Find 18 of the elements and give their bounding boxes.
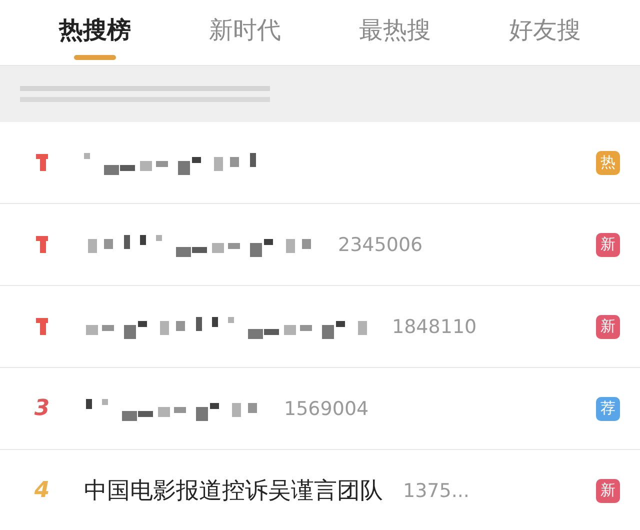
tab[interactable]: 好友搜: [470, 0, 620, 65]
rank-number: 3: [34, 396, 50, 421]
topic-badge: 新: [596, 478, 620, 502]
topic-title[interactable]: 中国电影报道控诉吴谨言团队: [84, 475, 383, 506]
tab[interactable]: 最热搜: [320, 0, 470, 65]
search-count: 2345006: [338, 234, 423, 256]
rank-number: 4: [34, 478, 50, 503]
search-bar[interactable]: [0, 66, 640, 122]
topic-badge: 热: [596, 150, 620, 174]
topic-badge: 新: [596, 232, 620, 256]
search-count: 1375...: [403, 480, 470, 502]
topic-badge: 荐: [596, 396, 620, 420]
tab[interactable]: 热搜榜: [20, 0, 170, 65]
tab[interactable]: 新时代: [170, 0, 320, 65]
topic-badge: 新: [596, 314, 620, 338]
search-count: 1848110: [392, 316, 477, 338]
search-count: 1569004: [284, 398, 369, 420]
tab-underline: [74, 55, 116, 60]
